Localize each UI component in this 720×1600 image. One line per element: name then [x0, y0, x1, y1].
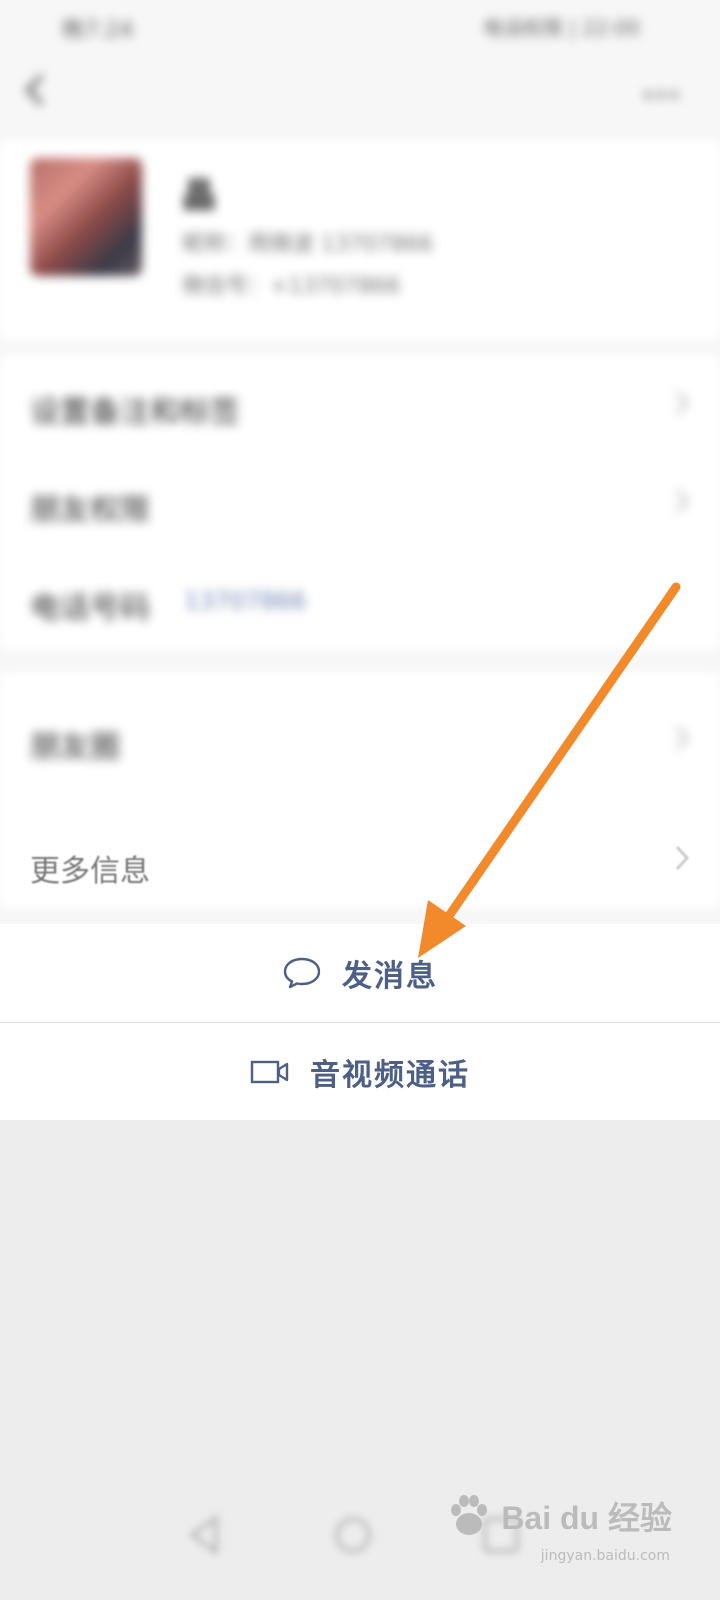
blurred-profile-area: 晚7:24 电话权限 | 22:00 晶 昵称：雨微波 13707866 微信号…: [0, 0, 720, 928]
status-time: 晚7:24: [62, 18, 134, 43]
nav-back-icon[interactable]: [180, 1510, 230, 1560]
nav-home-icon[interactable]: [328, 1510, 378, 1560]
row-friend-permissions[interactable]: 朋友权限: [0, 453, 720, 551]
baidu-paw-logo: [451, 1495, 488, 1535]
contact-wechat-id: 微信号：+13707866: [182, 274, 401, 299]
chevron-right-icon: [675, 845, 690, 871]
baidu-watermark: Bai du 经验: [443, 1490, 672, 1542]
settings-group-1: 设置备注和标签 朋友权限 电话号码 13707866: [0, 355, 720, 650]
nav-bar: [0, 58, 720, 122]
row-label: 设置备注和标签: [30, 395, 240, 430]
video-camera-icon: [250, 1060, 289, 1083]
row-more-info[interactable]: 更多信息: [0, 810, 720, 908]
watermark-brand: Bai du 经验: [501, 1500, 672, 1536]
status-indicators: 电话权限 | 22:00: [482, 16, 640, 40]
av-call-label: 音视频通话: [310, 1057, 470, 1093]
row-phone-number[interactable]: 电话号码 13707866: [0, 551, 720, 649]
more-dots-icon[interactable]: [644, 84, 684, 99]
speech-bubble-icon: [283, 957, 321, 989]
row-moments[interactable]: 朋友圈: [0, 690, 720, 788]
status-bar: 晚7:24 电话权限 | 22:00: [0, 0, 720, 52]
send-message-button[interactable]: 发消息: [0, 924, 720, 1022]
av-call-button[interactable]: 音视频通话: [0, 1022, 720, 1120]
watermark-url: jingyan.baidu.com: [540, 1548, 670, 1564]
avatar[interactable]: [30, 158, 142, 276]
contact-nickname: 昵称：雨微波 13707866: [182, 232, 433, 257]
contact-name: 晶: [182, 176, 216, 216]
back-arrow-icon[interactable]: [22, 72, 52, 108]
row-label: 更多信息: [30, 854, 150, 889]
chevron-right-icon: [675, 725, 690, 751]
phone-number-value[interactable]: 13707866: [184, 587, 306, 615]
row-label: 电话号码: [30, 591, 150, 626]
action-panel: 发消息 音视频通话: [0, 924, 720, 1120]
send-message-label: 发消息: [342, 959, 438, 994]
row-label: 朋友权限: [30, 493, 150, 528]
row-remark-tags[interactable]: 设置备注和标签: [0, 355, 720, 453]
profile-card: 晶 昵称：雨微波 13707866 微信号：+13707866: [0, 140, 720, 340]
chevron-right-icon: [675, 390, 690, 416]
row-label: 朋友圈: [30, 730, 120, 765]
chevron-right-icon: [675, 488, 690, 514]
